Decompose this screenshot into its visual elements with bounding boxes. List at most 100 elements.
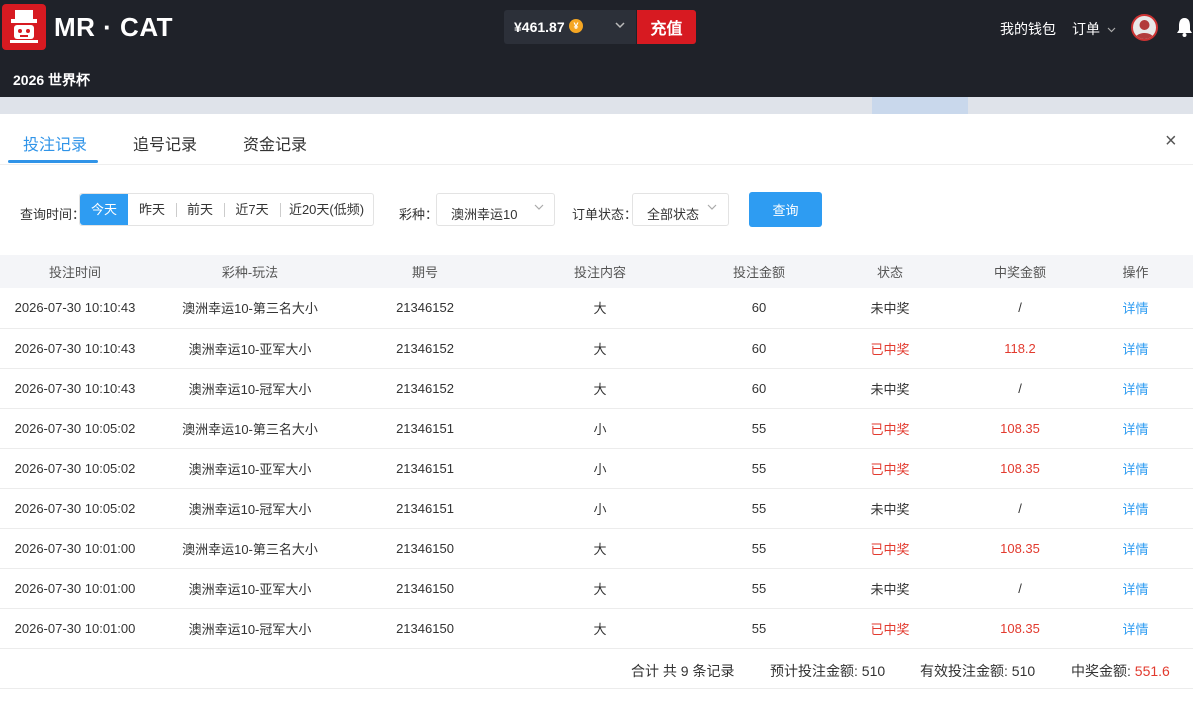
logo[interactable] bbox=[2, 4, 46, 50]
col-bet-time-header: 投注时间 bbox=[0, 255, 150, 288]
col-bet-amount-cell: 55 bbox=[700, 408, 818, 449]
brand-name: MR · CAT bbox=[54, 12, 174, 42]
lottery-select-value: 澳洲幸运10 bbox=[451, 207, 518, 222]
avatar[interactable] bbox=[1131, 14, 1158, 41]
col-bet-content-cell: 小 bbox=[500, 448, 700, 489]
col-issue-cell: 21346152 bbox=[350, 328, 500, 369]
summary-bar: 合计 共 9 条记录 预计投注金额: 510 有效投注金额: 510 中奖金额:… bbox=[0, 648, 1193, 689]
col-lottery-play-cell: 澳洲幸运10-冠军大小 bbox=[150, 608, 350, 649]
col-win-amount-cell: 108.35 bbox=[962, 608, 1078, 649]
col-win-amount-cell: / bbox=[962, 568, 1078, 609]
details-link[interactable]: 详情 bbox=[1078, 408, 1193, 449]
col-bet-time-cell: 2026-07-30 10:05:02 bbox=[0, 408, 150, 449]
tab-fund-records[interactable]: 资金记录 bbox=[243, 131, 307, 155]
col-bet-amount-cell: 55 bbox=[700, 528, 818, 569]
col-lottery-play-cell: 澳洲幸运10-亚军大小 bbox=[150, 568, 350, 609]
col-bet-content-cell: 大 bbox=[500, 608, 700, 649]
table-row: 2026-07-30 10:01:00 澳洲幸运10-第三名大小 21346150 大… bbox=[0, 528, 1193, 569]
col-win-amount-cell: / bbox=[962, 488, 1078, 529]
orders-menu[interactable]: 订单 bbox=[1072, 19, 1116, 39]
details-link[interactable]: 详情 bbox=[1078, 448, 1193, 489]
col-bet-amount-cell: 55 bbox=[700, 608, 818, 649]
col-bet-amount-cell: 60 bbox=[700, 368, 818, 409]
details-link[interactable]: 详情 bbox=[1078, 368, 1193, 409]
close-icon[interactable]: × bbox=[1165, 130, 1177, 153]
time-option-day-before[interactable]: 前天 bbox=[176, 194, 224, 225]
sub-navbar: 2026 世界杯 bbox=[0, 56, 1193, 97]
active-tab-indicator bbox=[8, 160, 98, 163]
col-bet-time-cell: 2026-07-30 10:01:00 bbox=[0, 528, 150, 569]
chevron-down-icon bbox=[533, 201, 545, 216]
col-bet-content-cell: 大 bbox=[500, 368, 700, 409]
col-bet-content-cell: 小 bbox=[500, 488, 700, 529]
user-avatar-icon bbox=[1135, 20, 1154, 39]
balance-dropdown[interactable]: ¥461.87 ¥ bbox=[504, 10, 636, 44]
col-win-amount-cell: 118.2 bbox=[962, 328, 1078, 369]
details-link[interactable]: 详情 bbox=[1078, 528, 1193, 569]
col-bet-time-cell: 2026-07-30 10:10:43 bbox=[0, 328, 150, 369]
status-select-value: 全部状态 bbox=[647, 207, 700, 222]
col-bet-amount-cell: 60 bbox=[700, 288, 818, 329]
time-option-yesterday[interactable]: 昨天 bbox=[128, 194, 176, 225]
details-link[interactable]: 详情 bbox=[1078, 568, 1193, 609]
details-link[interactable]: 详情 bbox=[1078, 488, 1193, 529]
table-row: 2026-07-30 10:05:02 澳洲幸运10-亚军大小 21346151 小 5… bbox=[0, 448, 1193, 489]
bell-icon[interactable] bbox=[1176, 17, 1193, 40]
table-row: 2026-07-30 10:05:02 澳洲幸运10-冠军大小 21346151 小 5… bbox=[0, 488, 1193, 529]
col-bet-content-cell: 大 bbox=[500, 528, 700, 569]
col-bet-time-cell: 2026-07-30 10:10:43 bbox=[0, 368, 150, 409]
col-status-cell: 已中奖 bbox=[818, 448, 962, 489]
table-row: 2026-07-30 10:01:00 澳洲幸运10-冠军大小 21346150 大 5… bbox=[0, 608, 1193, 649]
record-count: 合计 共 9 条记录 bbox=[631, 663, 735, 679]
col-lottery-play-header: 彩种-玩法 bbox=[150, 255, 350, 288]
top-navbar: MR · CAT ¥461.87 ¥ 充值 我的钱包 订单 bbox=[0, 0, 1193, 56]
table-row: 2026-07-30 10:01:00 澳洲幸运10-亚军大小 21346150 大 5… bbox=[0, 568, 1193, 609]
time-option-today[interactable]: 今天 bbox=[80, 194, 128, 225]
table-header-row: 投注时间 彩种-玩法 期号 投注内容 投注金额 状态 中奖金额 操作 bbox=[0, 255, 1193, 288]
col-status-cell: 已中奖 bbox=[818, 328, 962, 369]
table-body: 2026-07-30 10:10:43 澳洲幸运10-第三名大小 21346152 大… bbox=[0, 288, 1193, 649]
col-issue-cell: 21346152 bbox=[350, 288, 500, 329]
lottery-select[interactable]: 澳洲幸运10 bbox=[436, 193, 555, 226]
col-lottery-play-cell: 澳洲幸运10-第三名大小 bbox=[150, 408, 350, 449]
chevron-down-icon bbox=[614, 19, 626, 34]
expected-bet-amount: 预计投注金额: 510 bbox=[770, 663, 886, 679]
filter-bar: 查询时间： 今天 昨天 前天 近7天 近20天(低频) 彩种： 澳洲幸运10 订… bbox=[0, 192, 1193, 228]
col-bet-amount-cell: 55 bbox=[700, 448, 818, 489]
wallet-link[interactable]: 我的钱包 bbox=[1000, 19, 1056, 39]
query-button[interactable]: 查询 bbox=[749, 192, 822, 227]
col-bet-amount-cell: 55 bbox=[700, 488, 818, 529]
col-issue-cell: 21346150 bbox=[350, 608, 500, 649]
col-bet-content-cell: 小 bbox=[500, 408, 700, 449]
modal-tabs: 投注记录 追号记录 资金记录 × bbox=[0, 114, 1193, 165]
time-option-20-days[interactable]: 近20天(低频) bbox=[280, 194, 373, 225]
col-status-cell: 未中奖 bbox=[818, 568, 962, 609]
chevron-down-icon bbox=[706, 201, 718, 216]
time-option-7-days[interactable]: 近7天 bbox=[224, 194, 280, 225]
col-issue-cell: 21346152 bbox=[350, 368, 500, 409]
world-cup-link[interactable]: 2026 世界杯 bbox=[13, 70, 90, 90]
col-lottery-play-cell: 澳洲幸运10-冠军大小 bbox=[150, 488, 350, 529]
details-link[interactable]: 详情 bbox=[1078, 288, 1193, 329]
tab-bet-records[interactable]: 投注记录 bbox=[23, 131, 87, 155]
recharge-button[interactable]: 充值 bbox=[637, 10, 696, 44]
table-row: 2026-07-30 10:05:02 澳洲幸运10-第三名大小 21346151 小… bbox=[0, 408, 1193, 449]
time-filter-label: 查询时间： bbox=[20, 207, 86, 222]
time-range-selector: 今天 昨天 前天 近7天 近20天(低频) bbox=[79, 193, 374, 226]
col-status-cell: 未中奖 bbox=[818, 368, 962, 409]
tab-chase-records[interactable]: 追号记录 bbox=[133, 131, 197, 155]
details-link[interactable]: 详情 bbox=[1078, 608, 1193, 649]
win-amount-label: 中奖金额: bbox=[1071, 663, 1135, 679]
col-win-amount-cell: 108.35 bbox=[962, 528, 1078, 569]
col-issue-cell: 21346151 bbox=[350, 448, 500, 489]
col-bet-time-cell: 2026-07-30 10:01:00 bbox=[0, 608, 150, 649]
table-row: 2026-07-30 10:10:43 澳洲幸运10-第三名大小 21346152 大… bbox=[0, 288, 1193, 329]
bet-records-table: 投注时间 彩种-玩法 期号 投注内容 投注金额 状态 中奖金额 操作 2026-07-30 1… bbox=[0, 255, 1193, 649]
details-link[interactable]: 详情 bbox=[1078, 328, 1193, 369]
col-bet-time-cell: 2026-07-30 10:05:02 bbox=[0, 448, 150, 489]
col-issue-cell: 21346150 bbox=[350, 568, 500, 609]
status-select[interactable]: 全部状态 bbox=[632, 193, 729, 226]
col-lottery-play-cell: 澳洲幸运10-亚军大小 bbox=[150, 328, 350, 369]
col-win-amount-cell: 108.35 bbox=[962, 408, 1078, 449]
col-status-cell: 已中奖 bbox=[818, 528, 962, 569]
